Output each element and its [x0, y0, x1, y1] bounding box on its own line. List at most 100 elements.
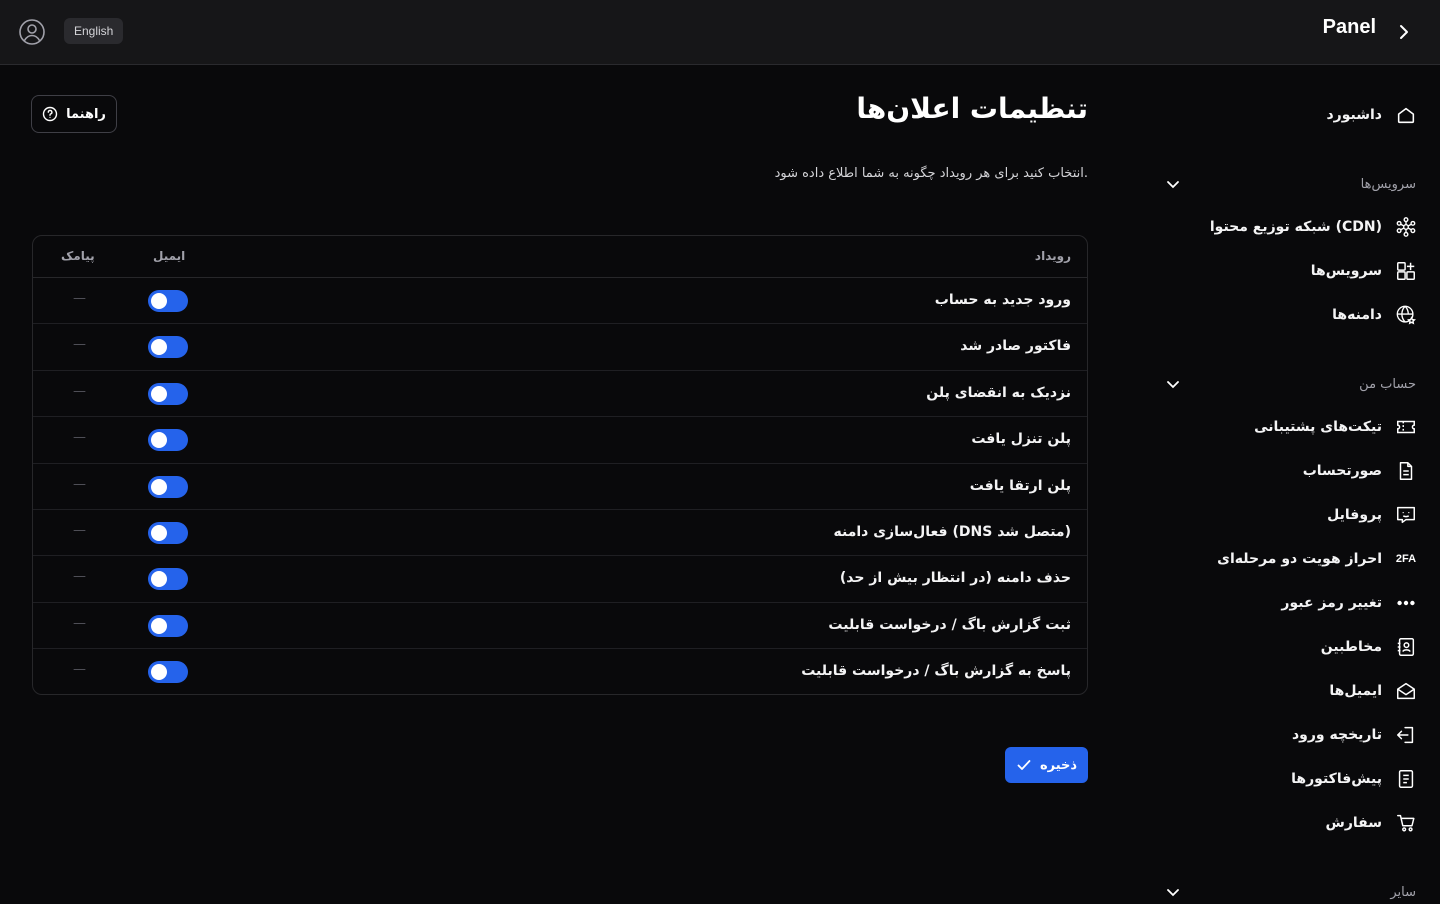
top-bar: English Panel [0, 0, 1440, 65]
column-header-event: رویداد [1034, 249, 1071, 263]
table-row: نزدیک به انقضای پلن — [33, 371, 1087, 418]
table-body: ورود جدید به حساب — فاکتور صادر شد — نزدیک ب… [33, 278, 1087, 694]
guide-button-label: راهنما [66, 106, 106, 122]
apps-add-icon [1394, 259, 1418, 283]
cart-icon [1394, 811, 1418, 835]
chevron-down-icon [1167, 181, 1179, 189]
sidebar-item-label: پروفایل [1327, 507, 1382, 523]
table-row: ثبت گزارش باگ / درخواست قابلیت — [33, 603, 1087, 650]
sms-unavailable: — [73, 662, 86, 678]
sidebar-item-invoices[interactable]: صورتحساب [1303, 455, 1418, 487]
document-icon [1394, 459, 1418, 483]
sidebar-item-services[interactable]: سرویس‌ها [1311, 255, 1418, 287]
sidebar-item-dashboard[interactable]: داشبورد [1327, 99, 1419, 131]
email-toggle[interactable] [148, 568, 188, 591]
mail-open-icon [1394, 679, 1418, 703]
table-row: پلن تنزل یافت — [33, 417, 1087, 464]
section-label: حساب من [1359, 376, 1416, 392]
sidebar-item-cdn[interactable]: شبکه توزیع محتوا (CDN) [1210, 211, 1418, 243]
login-icon [1394, 723, 1418, 747]
address-book-icon [1394, 635, 1418, 659]
sidebar-item-label: مخاطبین [1320, 639, 1382, 655]
event-label: حذف دامنه (در انتظار بیش از حد) [839, 570, 1071, 587]
sidebar-item-label: دامنه‌ها [1332, 307, 1382, 323]
sidebar-item-password[interactable]: تغییر رمز عبور [1281, 587, 1418, 619]
guide-button[interactable]: راهنما [31, 95, 117, 133]
sms-unavailable: — [73, 615, 86, 631]
home-icon [1394, 103, 1418, 127]
chevron-down-icon [1167, 381, 1179, 389]
sidebar-item-label: تیکت‌های پشتیبانی [1254, 419, 1382, 435]
sms-unavailable: — [73, 522, 86, 538]
network-icon [1394, 215, 1418, 239]
twofa-icon: 2FA [1395, 553, 1417, 565]
toggle-knob [151, 478, 167, 495]
event-label: ثبت گزارش باگ / درخواست قابلیت [828, 616, 1071, 633]
sidebar-item-tickets[interactable]: تیکت‌های پشتیبانی [1254, 411, 1418, 443]
email-toggle[interactable] [148, 475, 188, 498]
page-title: تنظیمات اعلان‌ها [856, 92, 1088, 125]
ticket-icon [1394, 415, 1418, 439]
password-dots-icon [1394, 591, 1418, 615]
email-toggle[interactable] [148, 614, 188, 637]
save-button-label: ذخیره [1039, 757, 1078, 773]
sidebar-item-emails[interactable]: ایمیل‌ها [1329, 675, 1418, 707]
sidebar-item-label: شبکه توزیع محتوا (CDN) [1209, 219, 1382, 235]
check-icon [1017, 760, 1031, 770]
email-toggle[interactable] [148, 290, 188, 312]
table-header: رویداد ایمیل پیامک [33, 236, 1087, 278]
sidebar-section-services[interactable]: سرویس‌ها [1164, 172, 1416, 196]
toggle-knob [151, 339, 167, 356]
toggle-knob [151, 664, 167, 681]
event-label: پلن تنزل یافت [971, 431, 1071, 448]
sidebar-item-label: ایمیل‌ها [1329, 683, 1382, 699]
email-toggle[interactable] [148, 661, 188, 684]
chevron-right-icon[interactable] [1392, 20, 1416, 44]
table-row: فاکتور صادر شد — [33, 324, 1087, 371]
event-label: نزدیک به انقضای پلن [926, 384, 1071, 401]
sms-unavailable: — [73, 291, 86, 306]
toggle-knob [151, 571, 167, 588]
save-button[interactable]: ذخیره [1005, 747, 1088, 783]
table-row: ورود جدید به حساب — [33, 278, 1087, 325]
sidebar-item-login-history[interactable]: تاریخچه ورود [1292, 719, 1418, 751]
sidebar-item-label: داشبورد [1326, 107, 1383, 123]
email-toggle[interactable] [148, 382, 188, 405]
question-circle-icon [42, 106, 58, 122]
sidebar-item-proforma[interactable]: پیش‌فاکتورها [1291, 763, 1418, 795]
section-label: سرویس‌ها [1360, 176, 1416, 192]
language-switch-button[interactable]: English [64, 18, 124, 44]
notification-settings-table: رویداد ایمیل پیامک ورود جدید به حساب — فاک… [32, 235, 1088, 695]
sidebar-item-orders[interactable]: سفارش [1326, 807, 1418, 839]
email-toggle[interactable] [148, 429, 188, 452]
user-avatar-icon[interactable] [18, 18, 46, 46]
email-toggle[interactable] [148, 336, 188, 359]
receipt-icon [1394, 767, 1418, 791]
sidebar-item-label: تغییر رمز عبور [1281, 595, 1382, 611]
toggle-knob [151, 617, 167, 634]
globe-star-icon [1394, 303, 1418, 327]
brand-title: Panel [1322, 16, 1376, 38]
email-toggle[interactable] [148, 521, 188, 544]
toggle-knob [151, 524, 167, 541]
chat-smile-icon [1394, 503, 1418, 527]
table-row: حذف دامنه (در انتظار بیش از حد) — [33, 556, 1087, 603]
sms-unavailable: — [73, 476, 86, 492]
toggle-knob [151, 432, 167, 449]
sidebar-item-domains[interactable]: دامنه‌ها [1332, 299, 1418, 331]
event-label: فعال‌سازی دامنه (DNS متصل شد) [833, 523, 1071, 540]
sidebar-section-other[interactable]: سایر [1164, 880, 1416, 904]
sms-unavailable: — [73, 569, 86, 585]
table-row: پلن ارتقا یافت — [33, 464, 1087, 510]
sidebar-item-profile[interactable]: پروفایل [1327, 499, 1418, 531]
sidebar: داشبورد سرویس‌ها شبکه توزیع محتوا (CDN) … [1150, 66, 1440, 900]
chevron-down-icon [1167, 889, 1179, 897]
sidebar-item-label: تاریخچه ورود [1291, 727, 1382, 743]
sidebar-item-contacts[interactable]: مخاطبین [1321, 631, 1418, 663]
sidebar-item-2fa[interactable]: 2FA احراز هویت دو مرحله‌ای [1217, 543, 1418, 575]
sidebar-item-label: سفارش [1325, 815, 1382, 831]
sidebar-section-account[interactable]: حساب من [1164, 372, 1416, 396]
toggle-knob [151, 385, 167, 402]
toggle-knob [151, 293, 167, 309]
event-label: پلن ارتقا یافت [969, 477, 1071, 494]
